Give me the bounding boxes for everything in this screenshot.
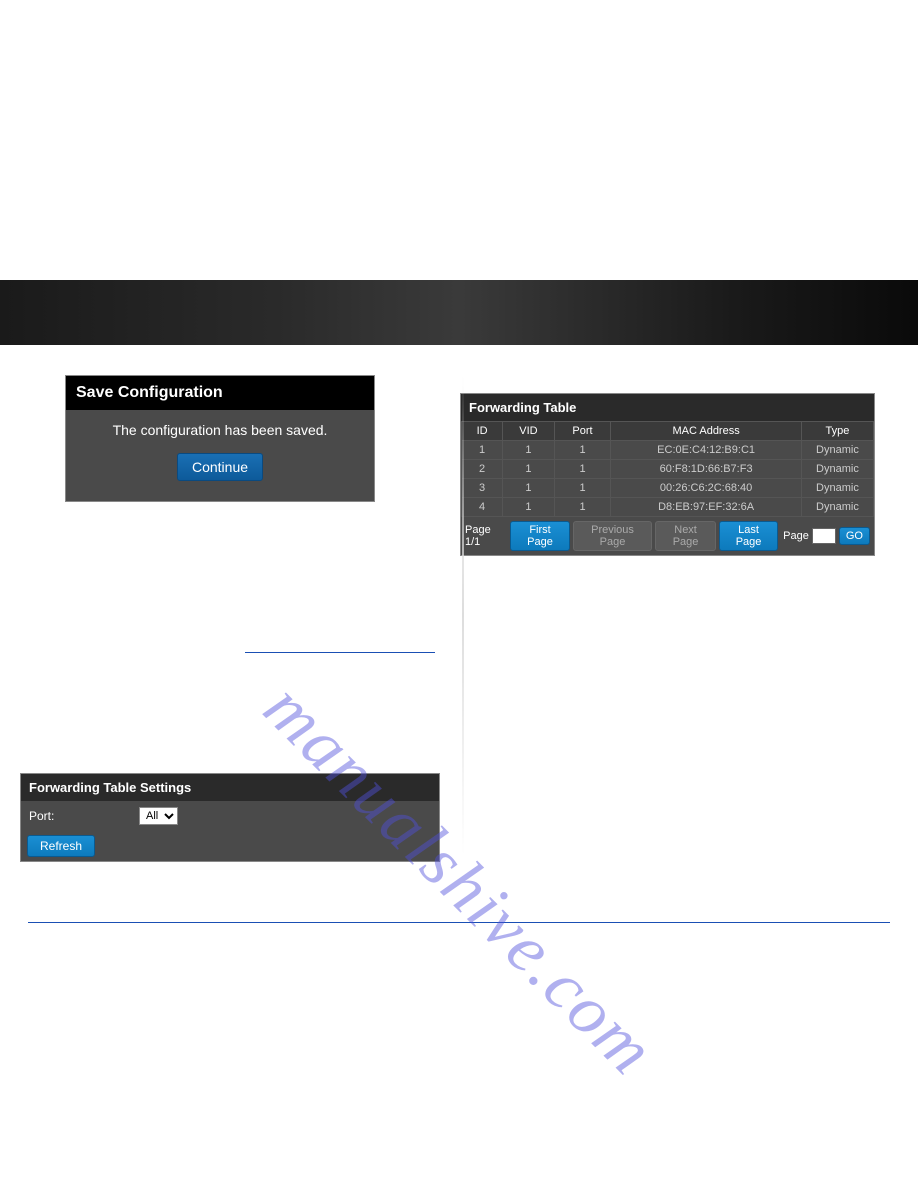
previous-page-button[interactable]: Previous Page xyxy=(573,521,652,551)
port-label: Port: xyxy=(29,809,129,823)
header-port: Port xyxy=(554,422,611,441)
cell-port: 1 xyxy=(554,479,611,498)
table-header-row: ID VID Port MAC Address Type xyxy=(462,422,874,441)
page-info: Page 1/1 xyxy=(465,524,505,548)
section-underline xyxy=(245,652,435,653)
top-banner xyxy=(0,280,918,345)
table-row: 3 1 1 00:26:C6:2C:68:40 Dynamic xyxy=(462,479,874,498)
cell-mac: EC:0E:C4:12:B9:C1 xyxy=(611,441,802,460)
cell-id: 3 xyxy=(462,479,503,498)
go-button[interactable]: GO xyxy=(839,527,870,545)
page-number-input[interactable] xyxy=(812,528,836,544)
forwarding-table-settings-title: Forwarding Table Settings xyxy=(21,774,439,801)
cell-mac: 60:F8:1D:66:B7:F3 xyxy=(611,460,802,479)
forwarding-table-settings-panel: Forwarding Table Settings Port: All Refr… xyxy=(20,773,440,862)
cell-id: 1 xyxy=(462,441,503,460)
next-page-button[interactable]: Next Page xyxy=(655,521,716,551)
header-id: ID xyxy=(462,422,503,441)
cell-mac: 00:26:C6:2C:68:40 xyxy=(611,479,802,498)
port-select[interactable]: All xyxy=(139,807,178,825)
cell-port: 1 xyxy=(554,498,611,517)
table-row: 4 1 1 D8:EB:97:EF:32:6A Dynamic xyxy=(462,498,874,517)
cell-id: 4 xyxy=(462,498,503,517)
cell-vid: 1 xyxy=(503,460,555,479)
save-configuration-panel: Save Configuration The configuration has… xyxy=(65,375,375,502)
header-mac: MAC Address xyxy=(611,422,802,441)
cell-type: Dynamic xyxy=(801,498,873,517)
forwarding-table-title: Forwarding Table xyxy=(461,394,874,421)
cell-mac: D8:EB:97:EF:32:6A xyxy=(611,498,802,517)
header-type: Type xyxy=(801,422,873,441)
bottom-rule xyxy=(28,922,890,923)
forwarding-table: ID VID Port MAC Address Type 1 1 1 EC:0E… xyxy=(461,421,874,517)
save-configuration-title: Save Configuration xyxy=(66,376,374,410)
cell-vid: 1 xyxy=(503,441,555,460)
cell-type: Dynamic xyxy=(801,441,873,460)
header-vid: VID xyxy=(503,422,555,441)
table-row: 1 1 1 EC:0E:C4:12:B9:C1 Dynamic xyxy=(462,441,874,460)
cell-vid: 1 xyxy=(503,498,555,517)
first-page-button[interactable]: First Page xyxy=(510,521,570,551)
refresh-button[interactable]: Refresh xyxy=(27,835,95,857)
continue-button[interactable]: Continue xyxy=(177,453,263,481)
cell-port: 1 xyxy=(554,460,611,479)
cell-type: Dynamic xyxy=(801,479,873,498)
table-row: 2 1 1 60:F8:1D:66:B7:F3 Dynamic xyxy=(462,460,874,479)
pagination-bar: Page 1/1 First Page Previous Page Next P… xyxy=(461,517,874,555)
forwarding-table-panel: Forwarding Table ID VID Port MAC Address… xyxy=(460,393,875,556)
cell-id: 2 xyxy=(462,460,503,479)
cell-vid: 1 xyxy=(503,479,555,498)
save-confirmation-message: The configuration has been saved. xyxy=(76,422,364,438)
cell-port: 1 xyxy=(554,441,611,460)
page-label: Page xyxy=(783,530,809,542)
cell-type: Dynamic xyxy=(801,460,873,479)
column-divider xyxy=(462,375,464,855)
last-page-button[interactable]: Last Page xyxy=(719,521,778,551)
